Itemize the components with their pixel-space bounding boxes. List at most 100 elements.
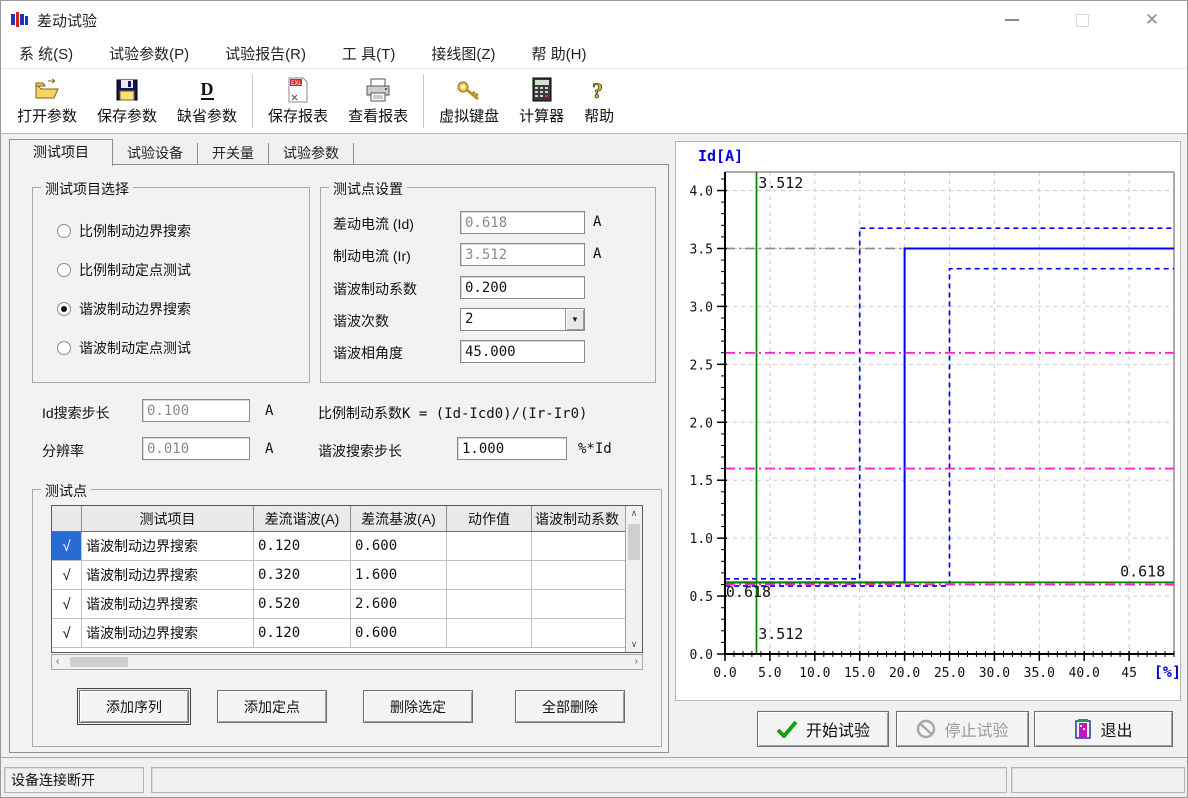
default-params-button[interactable]: D 缺省参数	[167, 71, 247, 131]
row-action-cell	[447, 532, 532, 561]
key-icon	[456, 77, 482, 103]
stop-test-button[interactable]: 停止试验	[896, 711, 1029, 747]
menu-test-report[interactable]: 试验报告(R)	[225, 43, 306, 64]
row-item-cell: 谐波制动边界搜索	[82, 532, 254, 561]
harmonic-search-step-input[interactable]	[457, 437, 567, 460]
svg-text:45: 45	[1121, 666, 1137, 681]
minimize-button[interactable]	[977, 1, 1047, 39]
radio-ratio-fixed-point[interactable]: 比例制动定点测试	[57, 260, 191, 280]
calculator-button[interactable]: 计算器	[509, 71, 574, 131]
menu-help[interactable]: 帮 助(H)	[531, 43, 586, 64]
help-button[interactable]: ? 帮助	[574, 71, 624, 131]
row-harmonic-cell: 0.320	[254, 561, 351, 590]
open-params-button[interactable]: 打开参数	[7, 71, 87, 131]
svg-text:40.0: 40.0	[1069, 666, 1100, 681]
tab-test-items[interactable]: 测试项目	[9, 139, 113, 166]
toolbar-separator	[252, 74, 253, 128]
virtual-keyboard-button[interactable]: 虚拟键盘	[429, 71, 509, 131]
menu-wiring-diagram[interactable]: 接线图(Z)	[431, 43, 495, 64]
svg-text:0.618: 0.618	[1120, 562, 1165, 580]
tab-page-test-items: 测试项目选择 比例制动边界搜索 比例制动定点测试 谐波制动边界搜索	[9, 164, 669, 753]
scroll-left-icon[interactable]: ‹	[56, 656, 59, 667]
start-test-button[interactable]: 开始试验	[757, 711, 889, 747]
scroll-thumb[interactable]	[628, 524, 640, 560]
radio-ratio-boundary-search[interactable]: 比例制动边界搜索	[57, 221, 191, 241]
row-check-cell[interactable]: √	[52, 619, 82, 648]
group-title: 测试点设置	[329, 179, 407, 199]
save-params-label: 保存参数	[97, 105, 157, 126]
scroll-down-icon[interactable]: ∨	[626, 639, 642, 650]
table-row[interactable]: √ 谐波制动边界搜索 0.520 2.600	[52, 590, 625, 619]
characteristic-chart: 0.05.010.015.020.025.030.035.040.0450.00…	[676, 142, 1182, 702]
add-sequence-button[interactable]: 添加序列	[79, 690, 189, 723]
table-row[interactable]: √ 谐波制动边界搜索 0.120 0.600	[52, 619, 625, 648]
row-item-cell: 谐波制动边界搜索	[82, 590, 254, 619]
row-check-cell[interactable]: √	[52, 590, 82, 619]
app-icon	[11, 12, 29, 28]
row-check-cell[interactable]: √	[52, 532, 82, 561]
diff-current-input[interactable]	[460, 211, 585, 234]
harmonic-order-label: 谐波次数	[333, 311, 389, 331]
menu-tools[interactable]: 工 具(T)	[342, 43, 395, 64]
connection-status-panel: 设备连接断开	[4, 767, 144, 793]
scroll-up-icon[interactable]: ∧	[626, 508, 642, 519]
tab-test-device[interactable]: 试验设备	[113, 143, 198, 165]
status-panel-middle	[151, 767, 1007, 793]
resolution-input[interactable]	[142, 437, 250, 460]
radio-harmonic-boundary-search[interactable]: 谐波制动边界搜索	[57, 299, 191, 319]
delete-selected-button[interactable]: 删除选定	[363, 690, 473, 723]
delete-all-button[interactable]: 全部删除	[515, 690, 625, 723]
exit-button[interactable]: 退出	[1034, 711, 1173, 747]
radio-icon	[57, 302, 71, 316]
test-points-table: 测试项目 差流谐波(A) 差流基波(A) 动作值 谐波制动系数 √ 谐波制动边界…	[51, 505, 643, 653]
id-search-step-label: Id搜索步长	[42, 403, 110, 423]
table-row[interactable]: √ 谐波制动边界搜索 0.120 0.600	[52, 532, 625, 561]
maximize-button[interactable]	[1047, 1, 1117, 39]
window-title: 差动试验	[37, 10, 97, 31]
row-item-cell: 谐波制动边界搜索	[82, 619, 254, 648]
table-row[interactable]: √ 谐波制动边界搜索 0.320 1.600	[52, 561, 625, 590]
scroll-thumb[interactable]	[70, 657, 128, 667]
row-check-cell[interactable]: √	[52, 561, 82, 590]
excel-report-icon: EXL	[285, 77, 311, 103]
scroll-right-icon[interactable]: ›	[635, 656, 638, 667]
close-button[interactable]: ✕	[1117, 1, 1187, 39]
radio-harmonic-fixed-point[interactable]: 谐波制动定点测试	[57, 338, 191, 358]
table-horizontal-scrollbar[interactable]: ‹ ›	[51, 654, 643, 670]
printer-icon	[365, 77, 391, 103]
status-bar: 设备连接断开	[1, 757, 1187, 798]
dropdown-arrow-icon[interactable]: ▼	[565, 309, 584, 330]
tab-switch-quantity[interactable]: 开关量	[198, 143, 269, 165]
svg-text:3.512: 3.512	[758, 625, 803, 643]
svg-text:15.0: 15.0	[844, 666, 875, 681]
save-report-button[interactable]: EXL 保存报表	[258, 71, 338, 131]
harmonic-coef-input[interactable]	[460, 276, 585, 299]
resolution-unit: A	[265, 441, 273, 457]
test-point-settings-group: 测试点设置 差动电流 (Id) A 制动电流 (Ir) A 谐波制动系数 谐波次…	[320, 187, 656, 383]
help-label: 帮助	[584, 105, 614, 126]
table-vertical-scrollbar[interactable]: ∧ ∨	[625, 506, 642, 652]
id-search-step-input[interactable]	[142, 399, 250, 422]
svg-text:2.0: 2.0	[690, 416, 713, 431]
exit-door-icon	[1074, 718, 1092, 740]
row-base-cell: 0.600	[351, 619, 447, 648]
tab-test-params[interactable]: 试验参数	[269, 143, 354, 165]
table-header-row: 测试项目 差流谐波(A) 差流基波(A) 动作值 谐波制动系数	[52, 506, 625, 532]
view-report-button[interactable]: 查看报表	[338, 71, 418, 131]
svg-text:3.5: 3.5	[690, 242, 713, 257]
header-test-item: 测试项目	[82, 506, 254, 531]
svg-text:3.512: 3.512	[758, 174, 803, 192]
svg-text:0.0: 0.0	[690, 648, 713, 663]
menu-test-params[interactable]: 试验参数(P)	[109, 43, 189, 64]
menu-system[interactable]: 系 统(S)	[19, 43, 73, 64]
menu-bar: 系 统(S) 试验参数(P) 试验报告(R) 工 具(T) 接线图(Z) 帮 助…	[1, 39, 1187, 69]
row-action-cell	[447, 590, 532, 619]
restraint-current-input[interactable]	[460, 243, 585, 266]
close-icon: ✕	[1145, 10, 1159, 30]
add-fixed-point-button[interactable]: 添加定点	[217, 690, 327, 723]
save-params-button[interactable]: 保存参数	[87, 71, 167, 131]
harmonic-coef-label: 谐波制动系数	[333, 279, 417, 299]
harmonic-phase-input[interactable]	[460, 340, 585, 363]
header-diff-base: 差流基波(A)	[351, 506, 447, 531]
harmonic-order-select[interactable]: 2 ▼	[460, 308, 585, 331]
